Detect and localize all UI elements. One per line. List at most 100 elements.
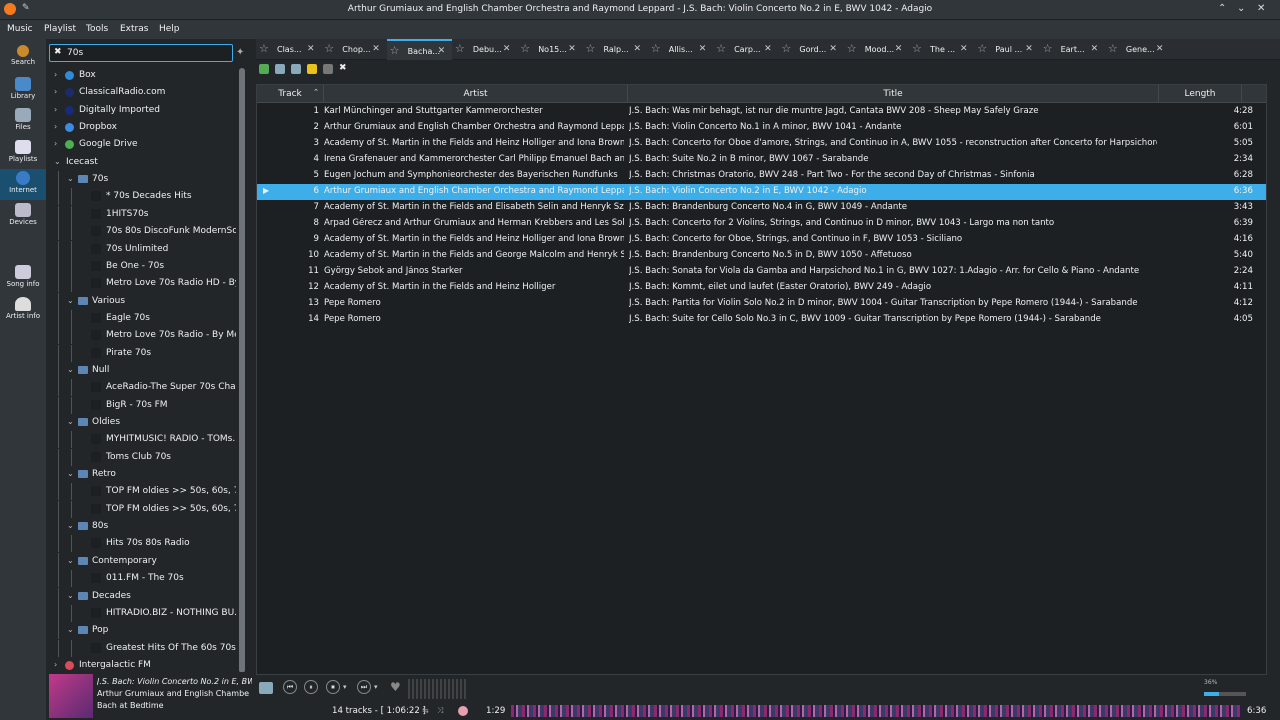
close-tab-icon[interactable]: ✕ — [634, 44, 642, 54]
star-icon[interactable]: ☆ — [977, 42, 987, 55]
tree-item[interactable]: HITRADIO.BIZ - NOTHING BU... — [48, 604, 236, 622]
tree-item[interactable]: 011.FM - The 70s — [48, 570, 236, 588]
keep-above-icon[interactable]: ⌃ — [1218, 3, 1226, 14]
save-playlist-icon[interactable] — [291, 64, 301, 74]
table-row[interactable]: 9 Academy of St. Martin in the Fields and… — [257, 232, 1266, 248]
playlist-tab[interactable]: ☆ Chop... ✕ — [321, 39, 386, 60]
star-icon[interactable]: ☆ — [324, 42, 334, 55]
tree-item[interactable]: Metro Love 70s Radio - By Me... — [48, 327, 236, 345]
expand-arrow-open-icon[interactable]: ⌄ — [67, 469, 74, 478]
tree-item[interactable]: 1HITS70s — [48, 205, 236, 223]
close-tab-icon[interactable]: ✕ — [1025, 44, 1033, 54]
close-tab-icon[interactable]: ✕ — [1156, 44, 1164, 54]
star-icon[interactable]: ☆ — [716, 42, 726, 55]
tree-item[interactable]: Hits 70s 80s Radio — [48, 535, 236, 553]
menu-help[interactable]: Help — [159, 24, 180, 34]
close-tab-icon[interactable]: ✕ — [503, 44, 511, 54]
tree-item[interactable]: ⌄ Pop — [48, 622, 236, 640]
column-track[interactable]: Track ⌃ — [257, 85, 324, 103]
close-tab-icon[interactable]: ✕ — [1091, 44, 1099, 54]
tree-item[interactable]: › Box — [48, 67, 236, 84]
expand-arrow-open-icon[interactable]: ⌄ — [67, 556, 74, 565]
expand-arrow-closed-icon[interactable]: › — [54, 70, 57, 79]
tree-item[interactable]: › Dropbox — [48, 119, 236, 136]
table-row[interactable]: 8 Arpad Gérecz and Arthur Grumiaux and He… — [257, 216, 1266, 232]
now-playing-widget[interactable]: J.S. Bach: Violin Concerto No.2 in E, BW… — [46, 672, 254, 720]
tree-item[interactable]: 70s Unlimited — [48, 240, 236, 258]
close-tab-icon[interactable]: ✕ — [699, 44, 707, 54]
redo-icon[interactable] — [323, 64, 333, 74]
playlist-tab[interactable]: ☆ The ... ✕ — [909, 39, 974, 60]
next-menu-chevron-icon[interactable]: ▾ — [374, 683, 378, 691]
load-playlist-icon[interactable] — [275, 64, 285, 74]
table-row[interactable]: 1 Karl Münchinger and Stuttgarter Kammero… — [257, 104, 1266, 120]
undo-icon[interactable] — [307, 64, 317, 74]
tree-item[interactable]: Metro Love 70s Radio HD - By... — [48, 275, 236, 293]
scrollbar-thumb[interactable] — [239, 68, 245, 673]
tree-item[interactable]: Greatest Hits Of The 60s 70s ... — [48, 639, 236, 657]
playlist-tab[interactable]: ☆ Debu... ✕ — [452, 39, 517, 60]
playlist-tab[interactable]: ☆ Mood... ✕ — [844, 39, 909, 60]
tree-item[interactable]: ⌄ Retro — [48, 466, 236, 484]
table-row[interactable]: 11 György Sebok and János Starker J.S. Bac… — [257, 264, 1266, 280]
tree-item[interactable]: Pirate 70s — [48, 344, 236, 362]
nav-search[interactable]: Search — [0, 43, 46, 74]
volume-slider[interactable]: 36% — [1204, 679, 1246, 699]
playlist-tab[interactable]: ☆ Gene... ✕ — [1105, 39, 1170, 60]
repeat-icon[interactable]: ⇆ — [422, 706, 429, 715]
table-row[interactable]: 5 Eugen Jochum and Symphonieorchester des… — [257, 168, 1266, 184]
playlist-tab[interactable]: ☆ Clas... ✕ — [256, 39, 321, 60]
close-tab-icon[interactable]: ✕ — [895, 44, 903, 54]
playlist-tab[interactable]: ☆ No15... ✕ — [517, 39, 582, 60]
table-row[interactable]: 3 Academy of St. Martin in the Fields and… — [257, 136, 1266, 152]
menu-playlist[interactable]: Playlist — [44, 24, 76, 34]
star-icon[interactable]: ☆ — [390, 44, 400, 57]
playlist-tab[interactable]: ☆ Ralp... ✕ — [583, 39, 648, 60]
shuffle-icon[interactable]: ⤨ — [437, 706, 443, 716]
love-heart-icon[interactable]: ♥ — [390, 680, 401, 694]
tree-item[interactable]: MYHITMUSIC! RADIO - TOMs... — [48, 431, 236, 449]
close-tab-icon[interactable]: ✕ — [372, 44, 380, 54]
table-row[interactable]: 13 Pepe Romero J.S. Bach: Partita for Viol… — [257, 296, 1266, 312]
tree-item[interactable]: TOP FM oldies >> 50s, 60s, 70... — [48, 483, 236, 501]
tree-scrollbar[interactable] — [239, 68, 245, 673]
table-row[interactable]: 10 Academy of St. Martin in the Fields an… — [257, 248, 1266, 264]
column-length[interactable]: Length — [1159, 85, 1242, 103]
tree-item[interactable]: ⌄ Icecast — [48, 154, 236, 171]
expand-arrow-open-icon[interactable]: ⌄ — [54, 157, 61, 166]
expand-arrow-open-icon[interactable]: ⌄ — [67, 296, 74, 305]
tree-item[interactable]: › ClassicalRadio.com — [48, 84, 236, 101]
tree-item[interactable]: Toms Club 70s — [48, 448, 236, 466]
tree-item[interactable]: BigR - 70s FM — [48, 396, 236, 414]
tree-item[interactable]: Be One - 70s — [48, 257, 236, 275]
close-tab-icon[interactable]: ✕ — [568, 44, 576, 54]
star-icon[interactable]: ☆ — [259, 42, 269, 55]
playlist-tab[interactable]: ☆ Allis... ✕ — [648, 39, 713, 60]
playlist-tab[interactable]: ☆ Paul ... ✕ — [974, 39, 1039, 60]
search-input[interactable]: ✖ 70s — [49, 44, 233, 62]
close-tab-icon[interactable]: ✕ — [829, 44, 837, 54]
nav-files[interactable]: Files — [0, 106, 46, 137]
close-tab-icon[interactable]: ✕ — [307, 44, 315, 54]
menu-music[interactable]: Music — [7, 24, 33, 34]
star-icon[interactable]: ☆ — [455, 42, 465, 55]
playlist-tab[interactable]: ☆ Carp... ✕ — [713, 39, 778, 60]
stop-icon[interactable]: ⏹ — [326, 680, 340, 694]
table-row[interactable]: 4 Irena Grafenauer and Kammerorchester Ca… — [257, 152, 1266, 168]
new-playlist-icon[interactable] — [259, 64, 269, 74]
star-icon[interactable]: ☆ — [1108, 42, 1118, 55]
table-row[interactable]: 14 Pepe Romero J.S. Bach: Suite for Cello … — [257, 312, 1266, 328]
column-artist[interactable]: Artist — [324, 85, 628, 103]
previous-icon[interactable]: ⏮ — [283, 680, 297, 694]
clear-search-icon[interactable]: ✖ — [54, 47, 62, 57]
playlist-mode-icon[interactable] — [259, 682, 273, 694]
star-icon[interactable]: ☆ — [520, 42, 530, 55]
close-tab-icon[interactable]: ✕ — [764, 44, 772, 54]
clear-playlist-icon[interactable]: ✖ — [339, 63, 349, 73]
scrobble-icon[interactable] — [458, 706, 468, 716]
menu-extras[interactable]: Extras — [120, 24, 148, 34]
tree-item[interactable]: 70s 80s DiscoFunk ModernSo... — [48, 223, 236, 241]
tree-item[interactable]: ⌄ 80s — [48, 518, 236, 536]
tree-item[interactable]: ⌄ Null — [48, 361, 236, 379]
minimize-icon[interactable]: ⌄ — [1237, 3, 1245, 14]
